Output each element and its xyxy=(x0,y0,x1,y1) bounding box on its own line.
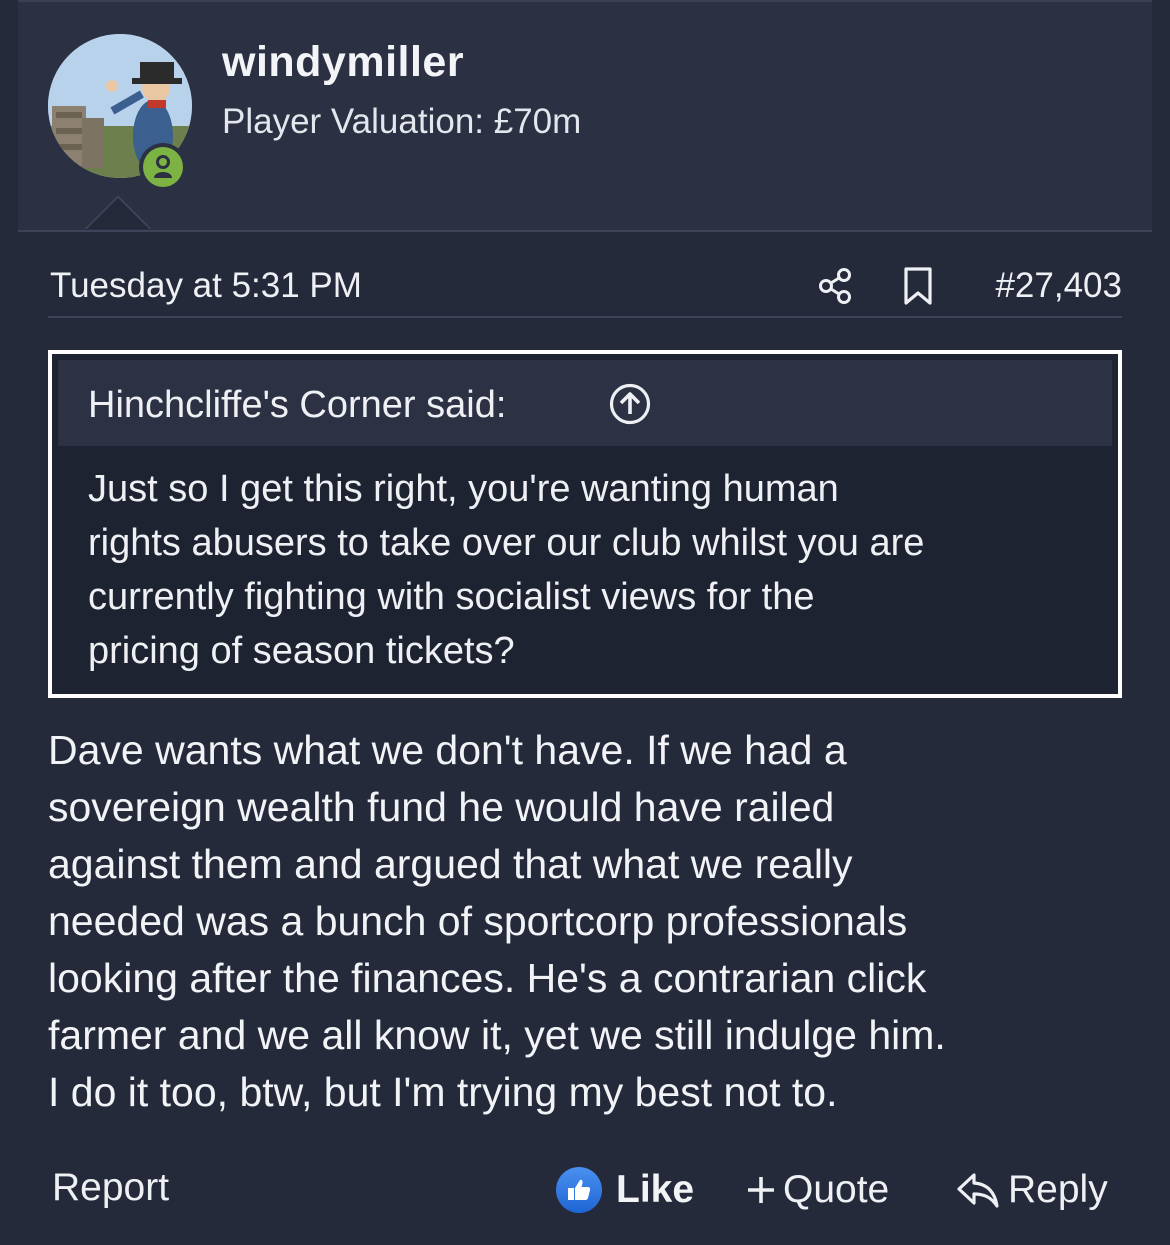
post-timestamp[interactable]: Tuesday at 5:31 PM xyxy=(50,266,362,306)
message-line: farmer and we all know it, yet we still … xyxy=(48,1012,946,1058)
share-icon[interactable] xyxy=(816,266,856,306)
thumbs-up-icon xyxy=(556,1167,602,1213)
quote-line: rights abusers to take over our club whi… xyxy=(88,522,925,564)
reply-label: Reply xyxy=(1008,1168,1108,1211)
quote-block: Hinchcliffe's Corner said: Just so I get… xyxy=(48,350,1122,698)
user-icon xyxy=(154,155,172,178)
arrow-up-circle-icon[interactable] xyxy=(608,382,652,426)
post-meta-row: Tuesday at 5:31 PM #27,403 xyxy=(48,262,1122,318)
plus-icon xyxy=(748,1177,774,1203)
message-line: against them and argued that what we rea… xyxy=(48,841,853,887)
post-message: Dave wants what we don't have. If we had… xyxy=(48,722,1138,1121)
report-button[interactable]: Report xyxy=(52,1166,169,1210)
quote-button[interactable]: Quote xyxy=(745,1164,889,1216)
quote-label: Quote xyxy=(783,1168,890,1211)
message-line: needed was a bunch of sportcorp professi… xyxy=(48,898,908,944)
quote-line: pricing of season tickets? xyxy=(88,630,515,672)
quote-text: Just so I get this right, you're wanting… xyxy=(88,462,1098,678)
reply-button[interactable]: Reply xyxy=(956,1164,1108,1216)
user-title: Player Valuation: £70m xyxy=(222,102,582,141)
like-label: Like xyxy=(616,1168,695,1211)
bookmark-icon[interactable] xyxy=(900,266,936,306)
reply-arrow-icon xyxy=(957,1173,999,1208)
quote-author: Hinchcliffe's Corner said: xyxy=(88,384,507,426)
quote-line: Just so I get this right, you're wanting… xyxy=(88,468,839,510)
message-line: Dave wants what we don't have. If we had… xyxy=(48,727,847,773)
like-button[interactable]: Like xyxy=(556,1164,694,1216)
quote-line: currently fighting with socialist views … xyxy=(88,576,815,618)
post-actions: Report Like Quote Reply xyxy=(0,1160,1170,1220)
message-line: looking after the finances. He's a contr… xyxy=(48,955,927,1001)
username[interactable]: windymiller xyxy=(222,38,464,87)
message-line: I do it too, btw, but I'm trying my best… xyxy=(48,1069,838,1115)
post-number[interactable]: #27,403 xyxy=(995,266,1122,306)
message-line: sovereign wealth fund he would have rail… xyxy=(48,784,835,830)
quote-header: Hinchcliffe's Corner said: xyxy=(58,360,1112,446)
online-status-badge xyxy=(139,143,187,191)
